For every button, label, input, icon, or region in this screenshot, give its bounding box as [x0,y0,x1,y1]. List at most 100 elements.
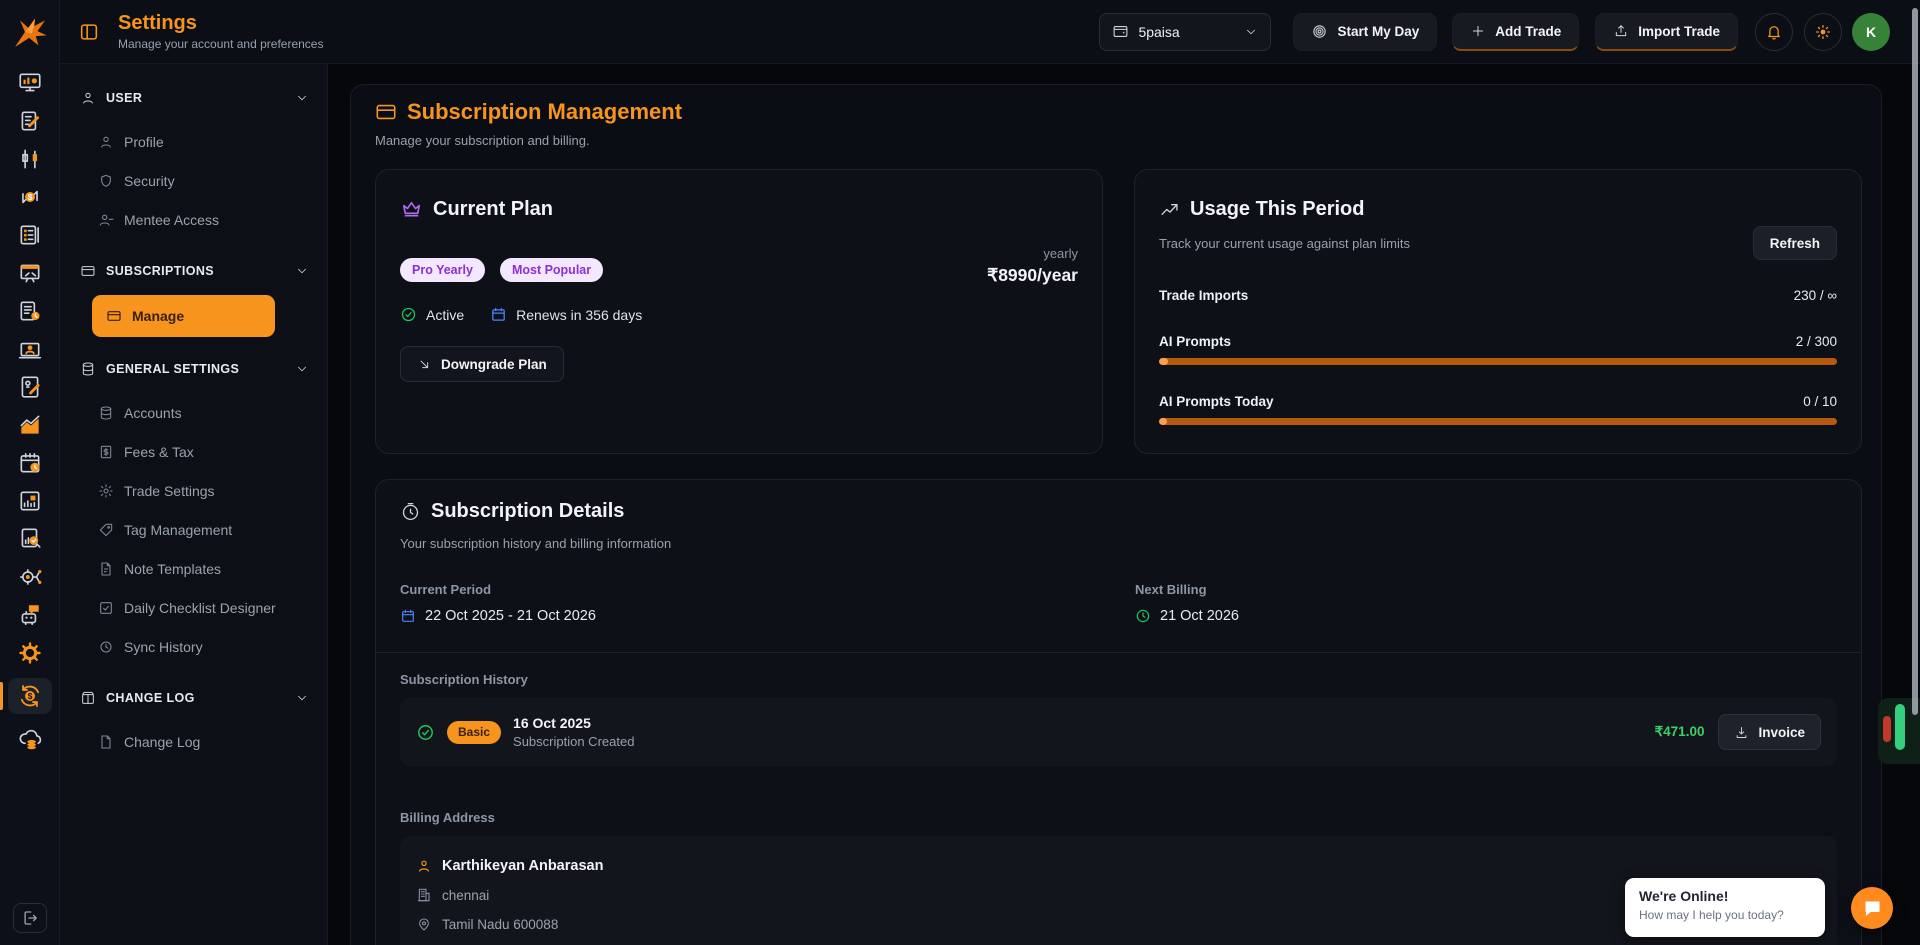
subscription-details-card: Subscription Details Your subscription h… [375,479,1862,945]
current-period-value: 22 Oct 2025 - 21 Oct 2026 [400,608,596,624]
chevron-down-icon [298,366,306,372]
history-amount: ₹471.00 [1654,724,1705,739]
trade-journal-icon[interactable] [11,108,49,134]
usage-card: Usage This Period Track your current usa… [1134,169,1862,454]
user-minus-icon [99,214,114,226]
settings-nav: USER Profile Security Mentee Access SUBS… [60,64,328,945]
plan-renewal: Renews in 356 days [516,306,643,323]
svg-text:$: $ [27,192,32,202]
usage-subtitle: Track your current usage against plan li… [1159,236,1410,251]
history-date: 16 Oct 2025 [513,715,591,731]
sidebar-item-manage[interactable]: Manage [92,295,275,337]
sidebar-toggle-icon[interactable] [78,21,100,43]
notes-icon[interactable] [11,374,49,400]
account-selector[interactable]: 5paisa [1099,12,1272,51]
plan-status: Active [426,306,465,323]
history-event: Subscription Created [513,734,635,749]
check-circle-icon [418,724,433,740]
details-title-row: Subscription Details [400,500,624,523]
app-settings-gear-icon[interactable] [11,640,49,666]
plus-icon [1473,25,1484,37]
sidebar-item-fees-tax[interactable]: Fees & Tax [80,432,309,471]
clock-icon [402,502,419,521]
sun-icon [1815,24,1831,39]
svg-text:$: $ [27,691,32,701]
sidebar-item-security[interactable]: Security [80,161,309,200]
nav-section-header-subscriptions[interactable]: SUBSCRIPTIONS [80,253,309,289]
start-my-day-button[interactable]: Start My Day [1293,12,1438,51]
sidebar-item-change-log[interactable]: Change Log [80,722,309,761]
daily-forms-icon[interactable] [11,298,49,324]
notifications-button[interactable] [1755,12,1793,51]
add-trade-button[interactable]: Add Trade [1452,12,1580,51]
chat-status: We're Online! [1639,888,1729,904]
billing-address-label: Billing Address [400,810,495,825]
calendar-icon [402,609,414,622]
sidebar-item-mentee-access[interactable]: Mentee Access [80,200,309,239]
automation-icon[interactable] [11,564,49,590]
usage-row-trade-imports: Trade Imports 230 / ∞ [1159,288,1837,303]
chat-status-bubble: We're Online! How may I help you today? [1625,878,1825,937]
map-pin-icon [419,918,429,931]
sidebar-item-trade-settings[interactable]: Trade Settings [80,471,309,510]
sidebar-item-sync-history[interactable]: Sync History [80,627,309,666]
section-heading: Subscription Management [375,99,682,125]
history-clock-icon [100,640,112,653]
trade-review-icon[interactable] [11,526,49,552]
ai-assistant-icon[interactable] [11,602,49,628]
upload-icon [1616,25,1627,37]
details-divider [376,652,1861,653]
page-scrollbar[interactable] [1912,8,1918,715]
backup-sync-icon[interactable] [11,726,49,752]
target-icon [1313,25,1327,38]
sidebar-item-profile[interactable]: Profile [80,122,309,161]
dollar-receipt-icon [100,445,112,458]
chevron-down-icon [1247,29,1256,34]
transactions-icon[interactable]: $ [11,184,49,210]
trades-candlestick-icon[interactable] [11,146,49,172]
analytics-icon[interactable] [11,412,49,438]
account-selector-value: 5paisa [1138,23,1180,40]
logout-button[interactable] [13,903,47,933]
refresh-button[interactable]: Refresh [1752,226,1837,260]
current-plan-title-row: Current Plan [400,198,553,221]
sidebar-item-daily-checklist-designer[interactable]: Daily Checklist Designer [80,588,309,627]
sidebar-item-accounts[interactable]: Accounts [80,393,309,432]
sidebar-item-tag-management[interactable]: Tag Management [80,510,309,549]
page-subtitle: Manage your account and preferences [118,37,324,51]
mentor-icon[interactable] [11,336,49,362]
plan-period: yearly [1043,246,1078,261]
bell-icon [1768,25,1780,40]
checklist-icon[interactable] [11,222,49,248]
gear-icon [99,483,113,498]
billing-city-row: chennai [416,887,1821,903]
calendar-icon[interactable] [11,450,49,476]
user-icon [101,136,111,148]
red-candle [1883,716,1891,742]
crown-icon [403,201,420,217]
plan-status-row: Active Renews in 356 days [400,306,642,323]
downgrade-plan-button[interactable]: Downgrade Plan [400,346,564,382]
nav-section-header-change-log[interactable]: CHANGE LOG [80,680,309,716]
subscription-icon[interactable]: $ [0,678,52,714]
dashboard-icon[interactable] [11,70,49,96]
sidebar-item-note-templates[interactable]: Note Templates [80,549,309,588]
user-avatar[interactable]: K [1852,12,1890,51]
chat-launcher-button[interactable] [1851,887,1893,929]
nav-section-header-general-settings[interactable]: GENERAL SETTINGS [80,351,309,387]
chevron-down-icon [298,268,306,274]
app-logo[interactable] [0,0,59,64]
import-trade-button[interactable]: Import Trade [1595,12,1738,51]
user-icon [83,92,93,104]
nav-section-header-user[interactable]: USER [80,80,309,116]
playbook-icon[interactable] [11,260,49,286]
invoice-button[interactable]: Invoice [1718,714,1821,750]
nav-section-change-log: CHANGE LOG Change Log [80,680,309,761]
page-title-block: Settings Manage your account and prefere… [118,12,323,51]
theme-toggle-button[interactable] [1804,12,1842,51]
chat-prompt: How may I help you today? [1639,908,1784,922]
nav-section-subscriptions: SUBSCRIPTIONS Manage [80,253,309,337]
credit-card-icon [107,311,121,321]
top-header: Settings Manage your account and prefere… [60,0,1920,64]
reports-icon[interactable] [11,488,49,514]
